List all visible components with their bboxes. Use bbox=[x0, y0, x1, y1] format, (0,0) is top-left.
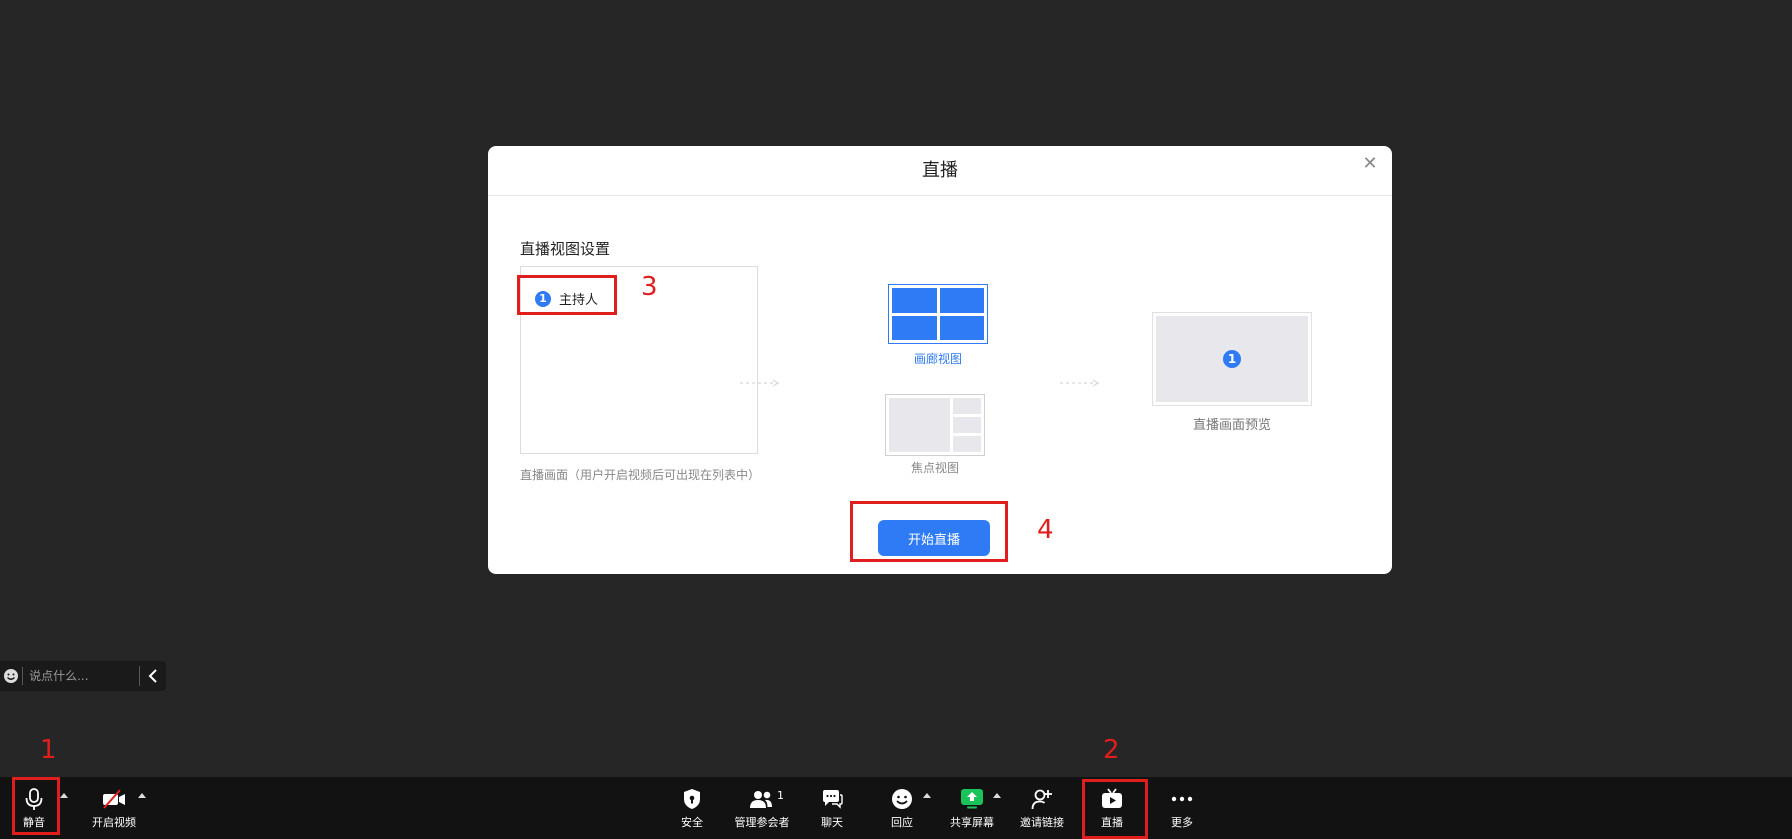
more-button[interactable]: 更多 bbox=[1150, 777, 1214, 839]
share-screen-label: 共享屏幕 bbox=[950, 816, 994, 829]
reactions-button[interactable]: 回应 bbox=[870, 777, 934, 839]
start-live-button[interactable]: 开始直播 bbox=[878, 520, 990, 556]
emoji-icon[interactable] bbox=[0, 668, 22, 684]
live-stream-dialog: 直播 ✕ 直播视图设置 1 主持人 直播画面（用户开启视频后可出现在列表中） 画… bbox=[488, 146, 1392, 574]
gallery-cell bbox=[939, 288, 984, 313]
focus-view-label[interactable]: 焦点视图 bbox=[885, 459, 985, 476]
chat-label: 聊天 bbox=[821, 816, 843, 829]
host-number-badge: 1 bbox=[535, 290, 551, 307]
annotation-number-4: 4 bbox=[1037, 515, 1054, 545]
gallery-cell bbox=[892, 315, 937, 340]
chat-quick-input bbox=[0, 661, 166, 691]
chat-button[interactable]: 聊天 bbox=[800, 777, 864, 839]
meeting-toolbar: 静音 开启视频 安全 1 管理参会者 聊天 回应 共享屏幕 邀请链接 直播 更多 bbox=[0, 777, 1792, 839]
section-title: 直播视图设置 bbox=[520, 240, 611, 258]
caret-up-icon[interactable] bbox=[993, 793, 1001, 798]
annotation-number-2: 2 bbox=[1103, 735, 1120, 765]
invite-link-button[interactable]: 邀请链接 bbox=[1010, 777, 1074, 839]
manage-participants-label: 管理参会者 bbox=[734, 816, 790, 829]
annotation-number-1: 1 bbox=[40, 735, 57, 765]
smiley-icon bbox=[891, 787, 913, 811]
chat-icon bbox=[821, 787, 843, 811]
gallery-cell bbox=[939, 315, 984, 340]
manage-participants-button[interactable]: 1 管理参会者 bbox=[730, 777, 794, 839]
preview-canvas: 1 bbox=[1156, 316, 1308, 402]
share-screen-button[interactable]: 共享屏幕 bbox=[940, 777, 1004, 839]
video-off-icon bbox=[101, 787, 127, 811]
caret-up-icon[interactable] bbox=[60, 793, 68, 798]
focus-main-cell bbox=[889, 398, 950, 452]
invite-link-label: 邀请链接 bbox=[1020, 816, 1064, 829]
chevron-left-icon[interactable] bbox=[139, 666, 166, 686]
focus-view-option[interactable] bbox=[885, 394, 985, 456]
dialog-title: 直播 bbox=[922, 160, 958, 181]
security-button[interactable]: 安全 bbox=[660, 777, 724, 839]
mute-label: 静音 bbox=[23, 816, 45, 829]
microphone-icon bbox=[23, 787, 45, 811]
live-participant-list: 1 主持人 bbox=[520, 266, 758, 454]
focus-side-cells bbox=[953, 398, 981, 452]
security-label: 安全 bbox=[681, 816, 703, 829]
add-user-icon bbox=[1031, 787, 1053, 811]
live-stream-button[interactable]: 直播 bbox=[1080, 777, 1144, 839]
gallery-cell bbox=[892, 288, 937, 313]
chat-input[interactable] bbox=[23, 664, 140, 688]
shield-icon bbox=[682, 787, 702, 811]
preview-label: 直播画面预览 bbox=[1192, 418, 1271, 433]
start-video-button[interactable]: 开启视频 bbox=[82, 777, 146, 839]
live-preview: 1 bbox=[1152, 312, 1312, 406]
gallery-view-option[interactable] bbox=[888, 284, 988, 344]
participants-count: 1 bbox=[777, 789, 784, 802]
annotation-number-3: 3 bbox=[641, 272, 658, 302]
reactions-label: 回应 bbox=[891, 816, 913, 829]
live-stream-label: 直播 bbox=[1101, 816, 1123, 829]
more-label: 更多 bbox=[1171, 816, 1193, 829]
arrow-right-icon bbox=[1060, 379, 1099, 387]
participants-icon: 1 bbox=[749, 787, 784, 811]
mute-button[interactable]: 静音 bbox=[2, 777, 66, 839]
preview-number-badge: 1 bbox=[1223, 350, 1241, 368]
dialog-header: 直播 ✕ bbox=[488, 146, 1392, 196]
caret-up-icon[interactable] bbox=[923, 793, 931, 798]
host-label: 主持人 bbox=[559, 293, 599, 308]
gallery-view-label[interactable]: 画廊视图 bbox=[888, 350, 988, 367]
host-list-item[interactable]: 1 主持人 bbox=[535, 289, 598, 308]
panel-caption: 直播画面（用户开启视频后可出现在列表中） bbox=[520, 468, 761, 482]
arrow-right-icon bbox=[740, 379, 779, 387]
close-icon[interactable]: ✕ bbox=[1358, 152, 1382, 176]
share-screen-icon bbox=[960, 787, 984, 811]
start-video-label: 开启视频 bbox=[92, 816, 136, 829]
caret-up-icon[interactable] bbox=[138, 793, 146, 798]
live-tv-icon bbox=[1100, 787, 1124, 811]
more-dots-icon bbox=[1171, 787, 1193, 811]
